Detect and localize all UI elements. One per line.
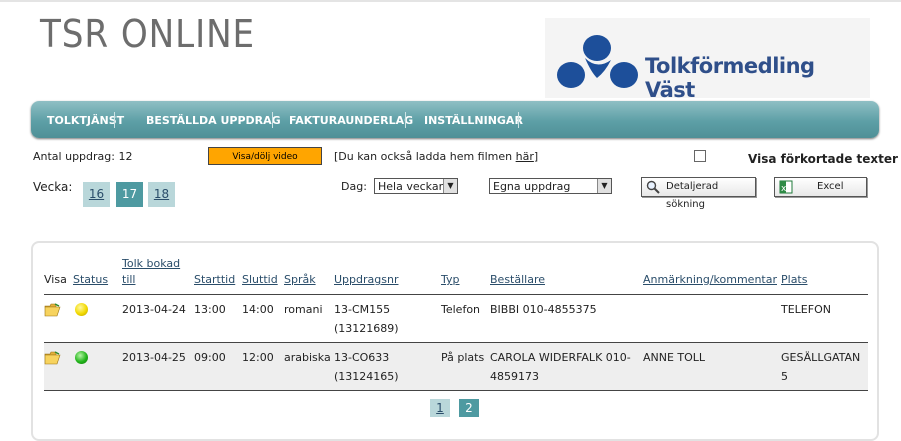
detailed-search-button[interactable]: Detaljerad sökning bbox=[641, 177, 756, 210]
col-header-language[interactable]: Språk bbox=[284, 255, 334, 295]
type-cell: Telefon bbox=[441, 303, 481, 316]
start-cell: 09:00 bbox=[194, 342, 242, 391]
nav-item-fakturaunderlag[interactable]: FAKTURAUNDERLAG bbox=[289, 114, 413, 127]
magnifier-icon bbox=[646, 180, 660, 194]
comment-cell bbox=[643, 295, 781, 343]
place-cell: TELEFON bbox=[781, 303, 831, 316]
date-cell: 2013-04-25 bbox=[122, 342, 194, 391]
download-hint: [Du kan också ladda hem filmen här] bbox=[334, 150, 538, 163]
status-green-icon bbox=[75, 351, 88, 364]
col-header-order-number[interactable]: Uppdragsnr bbox=[334, 255, 441, 295]
short-texts-checkbox[interactable] bbox=[694, 150, 706, 162]
open-cell bbox=[44, 342, 73, 391]
dropdown-arrow-icon: ▼ bbox=[443, 179, 457, 193]
table-row: 2013-04-24 13:00 14:00 romani 13-CM155 (1… bbox=[44, 295, 868, 343]
status-yellow-icon bbox=[75, 303, 88, 316]
nav-separator bbox=[114, 112, 115, 128]
customer-cell: CAROLA WIDERFALK 010-4859173 bbox=[490, 342, 643, 391]
week-17-button[interactable]: 17 bbox=[116, 182, 143, 207]
download-hint-suffix: ] bbox=[533, 150, 539, 163]
start-cell: 13:00 bbox=[194, 303, 226, 316]
download-link[interactable]: här bbox=[516, 150, 534, 163]
col-header-status[interactable]: Status bbox=[73, 255, 122, 295]
assignments-table: Visa Status Tolk bokad till Starttid Slu… bbox=[44, 255, 868, 391]
main-nav: TOLKTJÄNST BESTÄLLDA UPPDRAG FAKTURAUNDE… bbox=[31, 101, 879, 138]
col-header-visa: Visa bbox=[44, 255, 73, 295]
open-folder-icon[interactable] bbox=[44, 303, 61, 317]
col-header-comment[interactable]: Anmärkning/kommentar bbox=[643, 255, 781, 295]
open-cell bbox=[44, 295, 73, 343]
download-hint-prefix: [Du kan också ladda hem filmen bbox=[334, 150, 516, 163]
order-number: 13-CO633 bbox=[334, 351, 390, 364]
day-label: Dag: bbox=[341, 180, 367, 193]
language-cell: arabiska bbox=[284, 342, 334, 391]
status-cell bbox=[73, 295, 122, 343]
status-cell bbox=[73, 342, 122, 391]
logo-mark-icon bbox=[557, 35, 638, 88]
end-cell: 12:00 bbox=[242, 342, 284, 391]
scope-select[interactable]: Egna uppdrag ▼ bbox=[489, 178, 612, 194]
detailed-search-label: Detaljerad sökning bbox=[666, 181, 719, 210]
nav-separator bbox=[272, 112, 273, 128]
col-header-customer[interactable]: Beställare bbox=[490, 255, 643, 295]
place-cell: GESÄLLGATAN 5 bbox=[781, 342, 868, 391]
logo-text: Tolkförmedling Väst bbox=[645, 54, 815, 102]
nav-item-tolktjanst[interactable]: TOLKTJÄNST bbox=[47, 114, 124, 127]
page: TSR ONLINE Tolkförmedling Väst TOLKTJÄNS… bbox=[0, 0, 901, 441]
excel-button[interactable]: x Excel bbox=[774, 177, 867, 197]
col-header-end-time[interactable]: Sluttid bbox=[242, 255, 284, 295]
order-number: 13-CM155 bbox=[334, 303, 391, 316]
order-cell: 13-CO633 (13124165) bbox=[334, 342, 441, 391]
open-folder-icon[interactable] bbox=[44, 351, 61, 365]
scope-select-value: Egna uppdrag bbox=[493, 180, 571, 193]
nav-item-installningar[interactable]: INSTÄLLNINGAR bbox=[424, 114, 523, 127]
top-border bbox=[0, 0, 901, 2]
order-sub-number: (13121689) bbox=[334, 322, 399, 335]
week-16-button[interactable]: 16 bbox=[83, 182, 110, 207]
short-texts-label: Visa förkortade texter bbox=[748, 152, 898, 166]
col-header-type[interactable]: Typ bbox=[441, 255, 490, 295]
order-sub-number: (13124165) bbox=[334, 370, 399, 383]
app-title: TSR ONLINE bbox=[40, 12, 256, 56]
nav-separator bbox=[405, 112, 406, 128]
excel-label: Excel bbox=[817, 181, 844, 192]
comment-cell: ANNE TOLL bbox=[643, 342, 781, 391]
language-cell: romani bbox=[284, 303, 323, 316]
col-header-start-time[interactable]: Starttid bbox=[194, 255, 242, 295]
day-select-value: Hela veckan bbox=[378, 180, 446, 193]
customer-cell: BIBBI 010-4855375 bbox=[490, 303, 597, 316]
svg-text:x: x bbox=[781, 184, 787, 194]
page-2-button[interactable]: 2 bbox=[459, 399, 479, 417]
dropdown-arrow-icon: ▼ bbox=[597, 179, 611, 193]
col-header-place[interactable]: Plats bbox=[781, 255, 868, 295]
day-select[interactable]: Hela veckan ▼ bbox=[374, 178, 458, 194]
toggle-video-button[interactable]: Visa/dölj video bbox=[208, 147, 322, 165]
excel-icon: x bbox=[779, 180, 793, 194]
week-label: Vecka: bbox=[33, 180, 73, 194]
table-row: 2013-04-25 09:00 12:00 arabiska 13-CO633… bbox=[44, 342, 868, 391]
type-cell: På plats bbox=[441, 342, 490, 391]
week-18-button[interactable]: 18 bbox=[148, 182, 175, 207]
date-cell: 2013-04-24 bbox=[122, 303, 186, 316]
logo: Tolkförmedling Väst bbox=[545, 18, 870, 102]
col-header-booked-date[interactable]: Tolk bokad till bbox=[122, 255, 194, 295]
nav-separator bbox=[518, 112, 519, 128]
end-cell: 14:00 bbox=[242, 303, 274, 316]
nav-item-bestallda-uppdrag[interactable]: BESTÄLLDA UPPDRAG bbox=[146, 114, 281, 127]
page-1-button[interactable]: 1 bbox=[430, 399, 450, 417]
order-cell: 13-CM155 (13121689) bbox=[334, 295, 441, 343]
assignment-count: Antal uppdrag: 12 bbox=[33, 150, 133, 163]
